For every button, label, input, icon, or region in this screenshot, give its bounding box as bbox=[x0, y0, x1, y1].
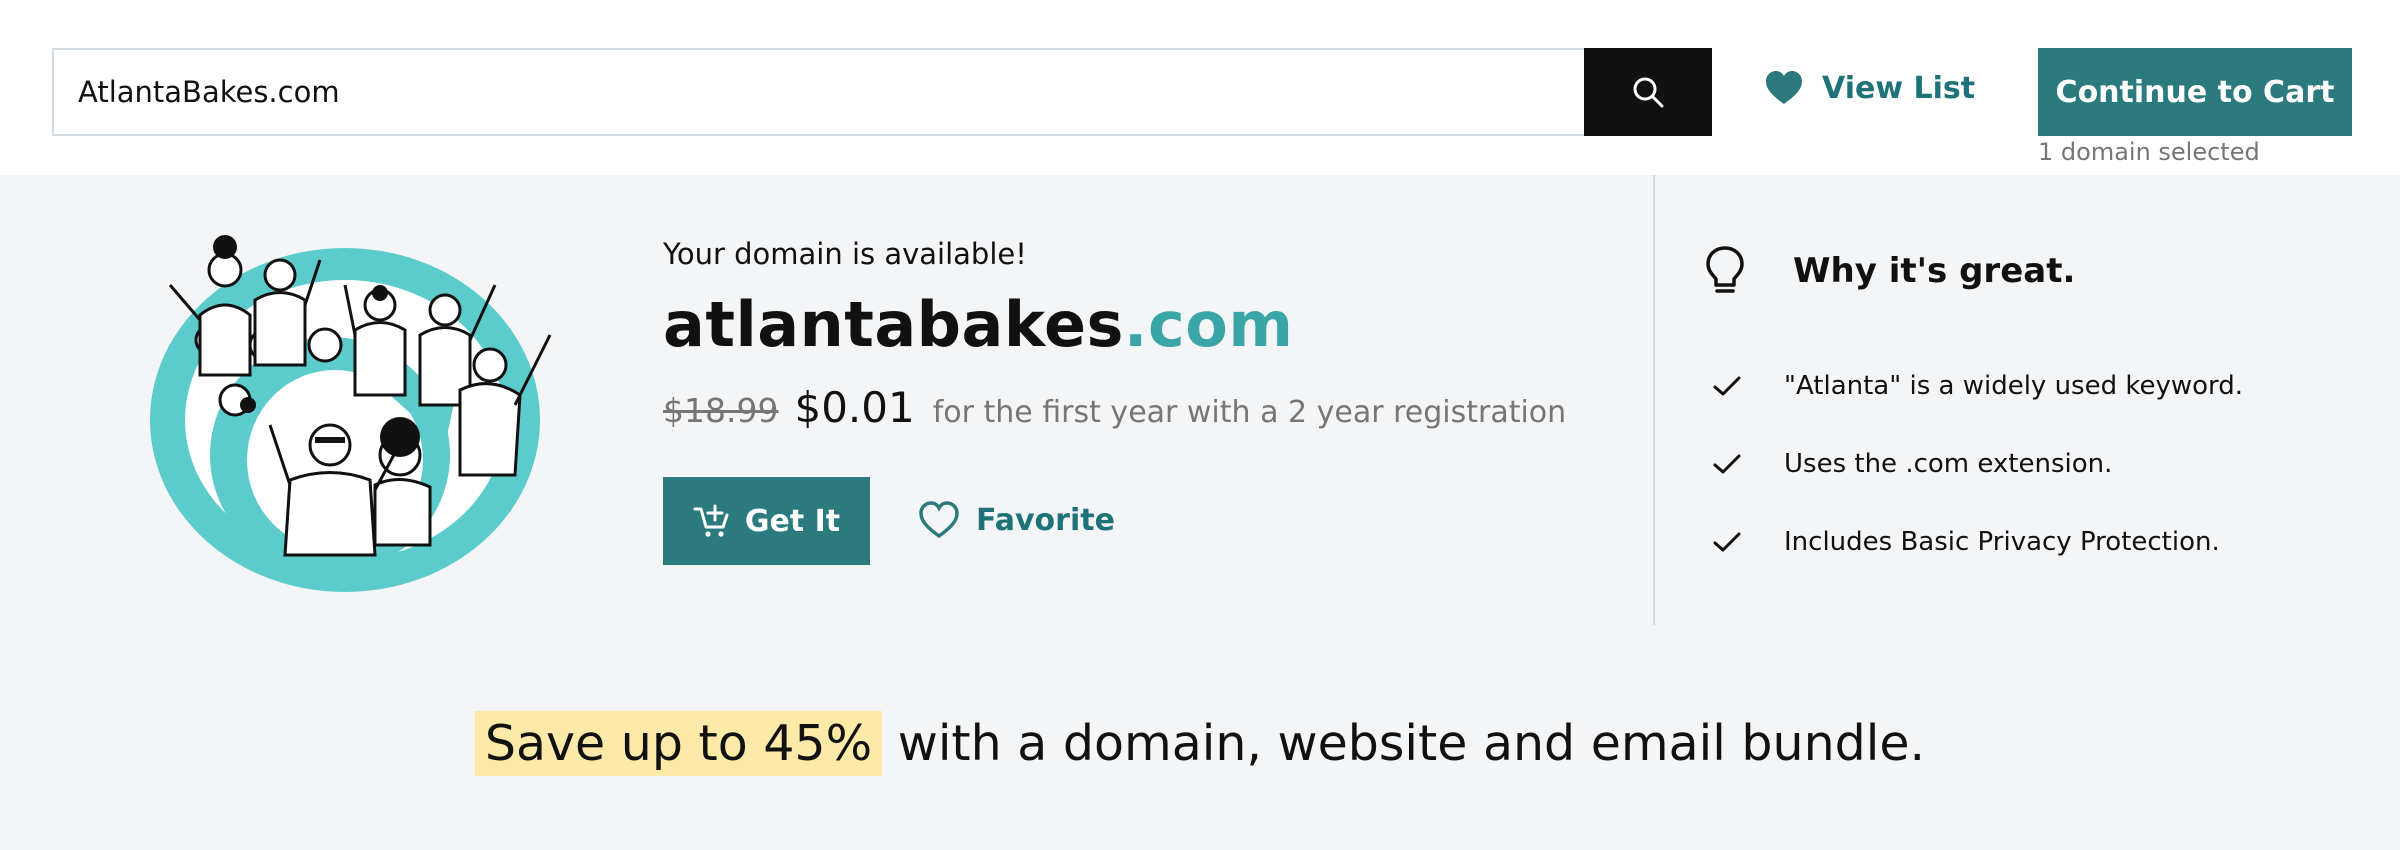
lightbulb-icon bbox=[1706, 246, 1744, 293]
check-icon bbox=[1713, 454, 1741, 474]
domain-result-panel: Your domain is available! atlantabakes.c… bbox=[0, 175, 2400, 850]
promo-text: with a domain, website and email bundle. bbox=[882, 715, 1926, 772]
get-it-label: Get It bbox=[744, 503, 841, 539]
domain-name: atlantabakes.com bbox=[663, 288, 1293, 361]
sale-price: $0.01 bbox=[794, 383, 915, 432]
domain-label: atlantabakes bbox=[663, 288, 1124, 361]
reason-text: Uses the .com extension. bbox=[1784, 449, 2113, 479]
search-button[interactable] bbox=[1584, 48, 1712, 136]
get-it-button[interactable]: Get It bbox=[663, 477, 870, 565]
price-row: $18.99 $0.01 for the first year with a 2… bbox=[663, 383, 1566, 432]
search-icon bbox=[1633, 77, 1664, 108]
reason-item: Uses the .com extension. bbox=[1712, 425, 2243, 503]
favorite-button[interactable]: Favorite bbox=[918, 497, 1115, 543]
vertical-divider bbox=[1653, 175, 1655, 625]
domain-tld: .com bbox=[1123, 288, 1294, 361]
reason-text: Includes Basic Privacy Protection. bbox=[1784, 527, 2220, 557]
why-great-title: Why it's great. bbox=[1793, 251, 2076, 291]
check-icon bbox=[1713, 532, 1741, 552]
search-input[interactable] bbox=[54, 50, 1584, 134]
heart-outline-icon bbox=[919, 501, 959, 539]
reason-text: "Atlanta" is a widely used keyword. bbox=[1784, 371, 2244, 401]
view-list-link[interactable]: View List bbox=[1764, 66, 1975, 110]
why-great-header: Why it's great. bbox=[1705, 245, 2075, 297]
check-icon bbox=[1713, 376, 1741, 396]
domain-selected-count: 1 domain selected bbox=[2038, 138, 2260, 166]
promo-highlight: Save up to 45% bbox=[474, 711, 883, 776]
header: View List Continue to Cart 1 domain sele… bbox=[0, 0, 2400, 175]
availability-status: Your domain is available! bbox=[663, 237, 1027, 271]
favorite-label: Favorite bbox=[976, 502, 1115, 538]
view-list-label: View List bbox=[1822, 70, 1976, 106]
reason-item: Includes Basic Privacy Protection. bbox=[1712, 503, 2243, 581]
reasons-list: "Atlanta" is a widely used keyword. Uses… bbox=[1712, 347, 2243, 581]
search-box bbox=[52, 48, 1586, 136]
heart-filled-icon bbox=[1766, 71, 1802, 104]
crowd-illustration bbox=[150, 235, 552, 592]
price-terms: for the first year with a 2 year registr… bbox=[932, 395, 1567, 430]
bundle-promo: Save up to 45% with a domain, website an… bbox=[0, 711, 2400, 776]
reason-item: "Atlanta" is a widely used keyword. bbox=[1712, 347, 2243, 425]
original-price: $18.99 bbox=[663, 391, 779, 430]
continue-to-cart-button[interactable]: Continue to Cart bbox=[2038, 48, 2352, 136]
cart-plus-icon bbox=[693, 504, 729, 537]
